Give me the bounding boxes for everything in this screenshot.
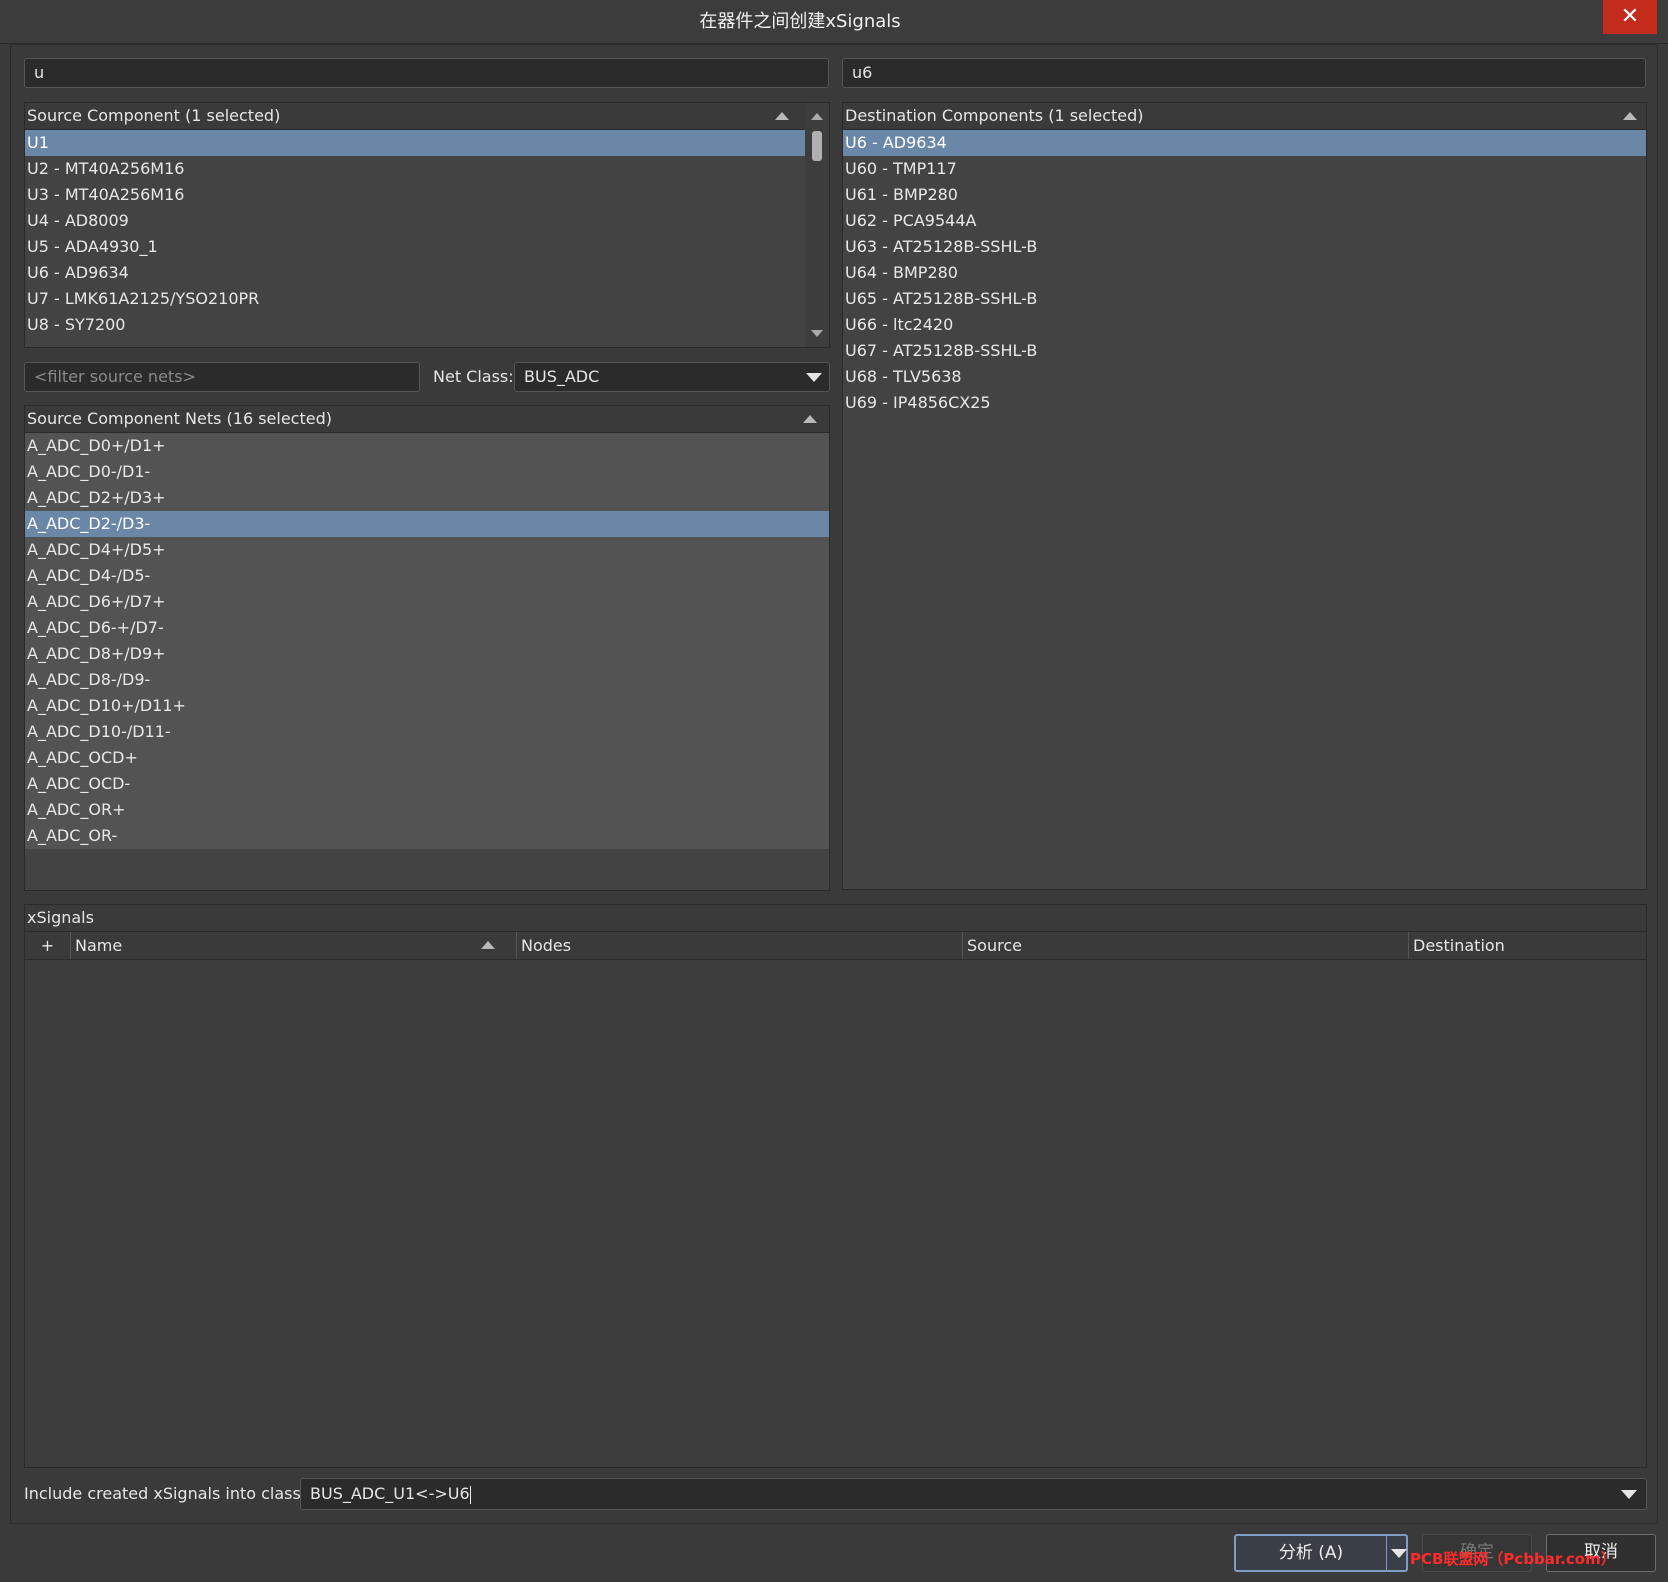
- destination-component-row[interactable]: U64 - BMP280: [843, 260, 1646, 286]
- source-net-row[interactable]: A_ADC_D4+/D5+: [25, 537, 829, 563]
- source-component-header[interactable]: Source Component (1 selected): [25, 103, 805, 130]
- sort-ascending-icon: [775, 112, 789, 120]
- sort-ascending-icon: [481, 941, 495, 949]
- source-component-row[interactable]: U2 - MT40A256M16: [25, 156, 805, 182]
- source-net-row[interactable]: A_ADC_D2-/D3-: [25, 511, 829, 537]
- close-button[interactable]: ✕: [1603, 0, 1657, 34]
- source-net-filter-input[interactable]: <filter source nets>: [24, 362, 420, 392]
- window-title: 在器件之间创建xSignals: [699, 11, 901, 32]
- source-component-list: Source Component (1 selected) U1 U2 - MT4…: [24, 102, 830, 348]
- text-cursor: [469, 1485, 471, 1504]
- destination-component-row[interactable]: U66 - ltc2420: [843, 312, 1646, 338]
- net-class-select[interactable]: BUS_ADC: [514, 362, 830, 392]
- scroll-down-icon[interactable]: [811, 330, 823, 337]
- source-net-row[interactable]: A_ADC_D0+/D1+: [25, 433, 829, 459]
- source-component-row[interactable]: U4 - AD8009: [25, 208, 805, 234]
- sort-ascending-icon: [1623, 112, 1637, 120]
- destination-component-row[interactable]: U6 - AD9634: [843, 130, 1646, 156]
- source-net-header-label: Source Component Nets (16 selected): [27, 409, 332, 428]
- column-name-label: Name: [75, 936, 123, 955]
- analyze-button-label: 分析 (A): [1278, 1543, 1344, 1563]
- include-class-value: BUS_ADC_U1<->U6: [310, 1484, 470, 1503]
- scrollbar-thumb[interactable]: [812, 131, 822, 161]
- split-divider: [1386, 1536, 1387, 1570]
- analyze-button[interactable]: 分析 (A): [1234, 1534, 1408, 1572]
- source-component-row[interactable]: U8 - SY7200: [25, 312, 805, 338]
- source-net-row[interactable]: A_ADC_D6-+/D7-: [25, 615, 829, 641]
- destination-component-header-label: Destination Components (1 selected): [845, 106, 1144, 125]
- destination-component-row[interactable]: U65 - AT25128B-SSHL-B: [843, 286, 1646, 312]
- net-class-label: Net Class:: [433, 367, 514, 386]
- destination-component-list: Destination Components (1 selected) U6 -…: [842, 102, 1647, 890]
- source-net-header[interactable]: Source Component Nets (16 selected): [25, 406, 829, 433]
- column-nodes[interactable]: Nodes: [516, 932, 962, 959]
- column-destination[interactable]: Destination: [1408, 932, 1646, 959]
- source-net-row[interactable]: A_ADC_D8-/D9-: [25, 667, 829, 693]
- sort-ascending-icon: [803, 415, 817, 423]
- source-net-row[interactable]: A_ADC_OR-: [25, 823, 829, 849]
- destination-component-row[interactable]: U63 - AT25128B-SSHL-B: [843, 234, 1646, 260]
- destination-component-row[interactable]: U61 - BMP280: [843, 182, 1646, 208]
- source-net-row[interactable]: A_ADC_OCD+: [25, 745, 829, 771]
- source-net-row[interactable]: A_ADC_D6+/D7+: [25, 589, 829, 615]
- xsignals-header: xSignals: [25, 905, 1646, 932]
- source-net-row[interactable]: A_ADC_D10-/D11-: [25, 719, 829, 745]
- source-net-row[interactable]: A_ADC_OCD-: [25, 771, 829, 797]
- include-class-label: Include created xSignals into class:: [24, 1484, 307, 1503]
- chevron-down-icon[interactable]: [1621, 1490, 1637, 1499]
- source-component-filter-input[interactable]: u: [24, 58, 829, 88]
- source-net-row[interactable]: A_ADC_D2+/D3+: [25, 485, 829, 511]
- destination-component-row[interactable]: U69 - IP4856CX25: [843, 390, 1646, 416]
- destination-component-row[interactable]: U68 - TLV5638: [843, 364, 1646, 390]
- destination-component-row[interactable]: U60 - TMP117: [843, 156, 1646, 182]
- source-net-items: A_ADC_D0+/D1+ A_ADC_D0-/D1- A_ADC_D2+/D3+ A…: [25, 433, 829, 849]
- source-net-list: Source Component Nets (16 selected) A_AD…: [24, 405, 830, 891]
- source-net-row[interactable]: A_ADC_D8+/D9+: [25, 641, 829, 667]
- expand-all-column[interactable]: +: [25, 932, 70, 959]
- xsignals-column-header-row: + Name Nodes Source Destination: [25, 932, 1646, 960]
- column-name[interactable]: Name: [70, 932, 516, 959]
- destination-component-row[interactable]: U67 - AT25128B-SSHL-B: [843, 338, 1646, 364]
- destination-component-row[interactable]: U62 - PCA9544A: [843, 208, 1646, 234]
- watermark-text: PCB联盟网（Pcbbar.com）: [1410, 1550, 1616, 1568]
- source-component-scrollbar[interactable]: [805, 103, 829, 347]
- destination-component-header[interactable]: Destination Components (1 selected): [843, 103, 1646, 130]
- source-net-row[interactable]: A_ADC_D4-/D5-: [25, 563, 829, 589]
- analyze-dropdown-icon[interactable]: [1391, 1549, 1407, 1558]
- net-class-value: BUS_ADC: [524, 367, 600, 386]
- source-net-row[interactable]: A_ADC_OR+: [25, 797, 829, 823]
- source-component-row[interactable]: U7 - LMK61A2125/YSO210PR: [25, 286, 805, 312]
- include-class-combobox[interactable]: BUS_ADC_U1<->U6: [300, 1478, 1647, 1510]
- destination-component-items: U6 - AD9634 U60 - TMP117 U61 - BMP280 U62 -…: [843, 130, 1646, 416]
- destination-component-filter-input[interactable]: u6: [842, 58, 1646, 88]
- chevron-down-icon[interactable]: [806, 373, 822, 382]
- scroll-up-icon[interactable]: [811, 113, 823, 120]
- column-source[interactable]: Source: [962, 932, 1408, 959]
- source-component-row[interactable]: U5 - ADA4930_1: [25, 234, 805, 260]
- source-net-row[interactable]: A_ADC_D0-/D1-: [25, 459, 829, 485]
- source-net-row[interactable]: A_ADC_D10+/D11+: [25, 693, 829, 719]
- source-component-row[interactable]: U6 - AD9634: [25, 260, 805, 286]
- source-component-row[interactable]: U1: [25, 130, 805, 156]
- source-component-row[interactable]: U3 - MT40A256M16: [25, 182, 805, 208]
- source-component-header-label: Source Component (1 selected): [27, 106, 281, 125]
- source-component-items: U1 U2 - MT40A256M16 U3 - MT40A256M16 U4 - A…: [25, 130, 805, 338]
- xsignals-grid: xSignals + Name Nodes Source Destination: [24, 904, 1647, 1468]
